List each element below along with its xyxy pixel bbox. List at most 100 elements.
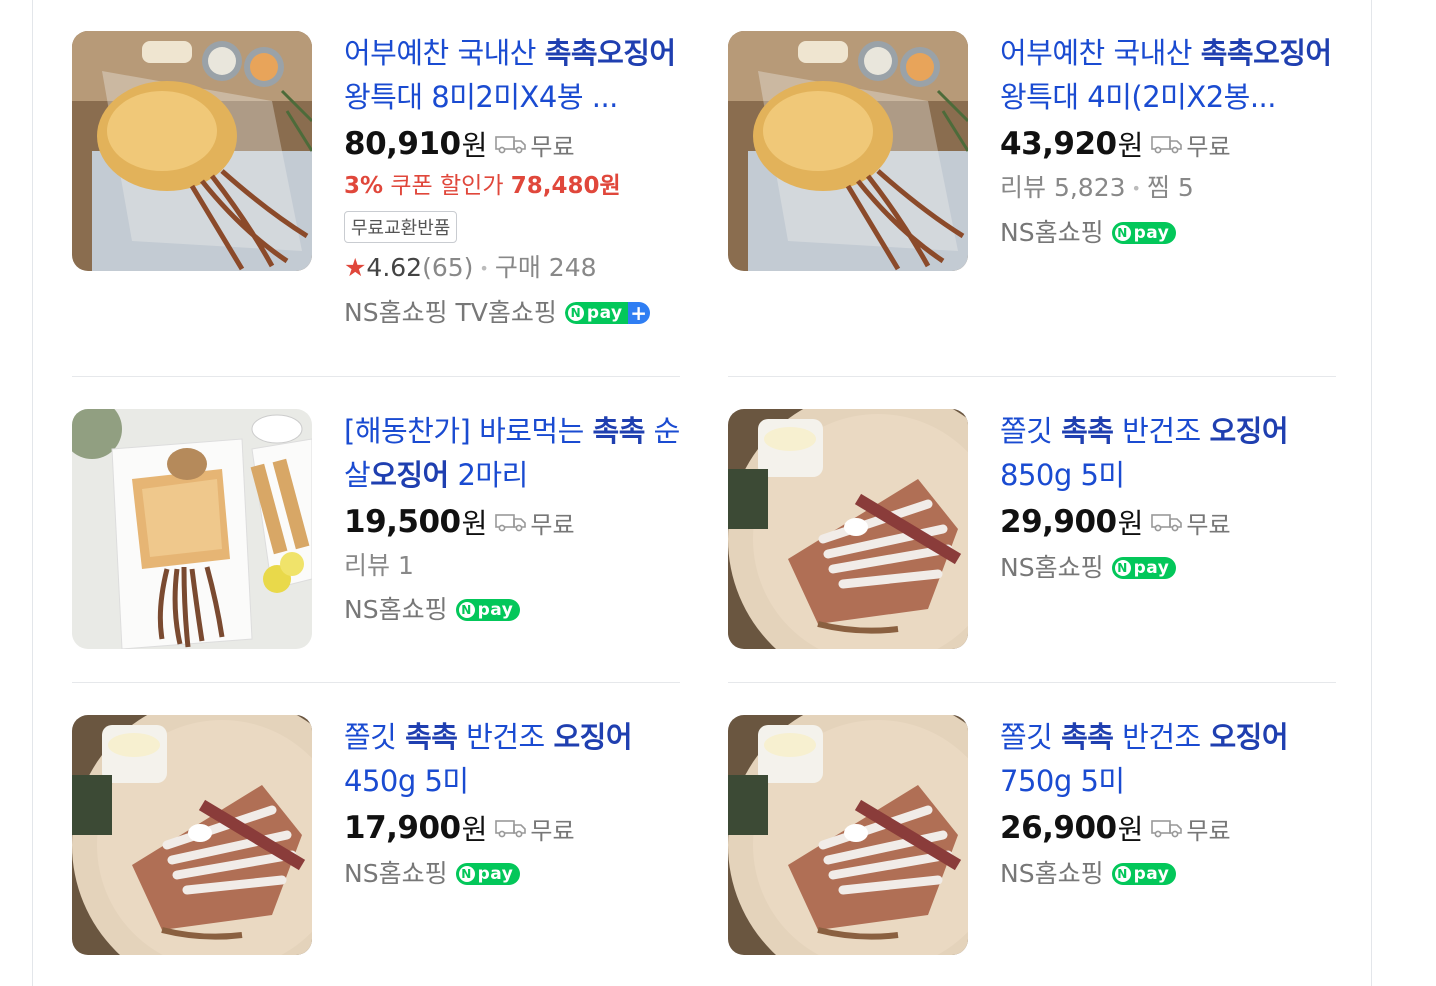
title-text: 쫄깃 (1000, 414, 1062, 448)
currency-label: 원 (1117, 129, 1144, 162)
delivery-truck-icon (495, 514, 527, 532)
title-text: 쫄깃 (344, 720, 406, 754)
title-keyword-highlight: 오징어 (1209, 414, 1288, 448)
product-thumbnail[interactable] (728, 31, 968, 271)
shipping-info: 무료 (495, 505, 575, 540)
naver-n-icon: N (1114, 225, 1131, 241)
review-count[interactable]: 리뷰 1 (344, 551, 414, 580)
shipping-label: 무료 (530, 816, 575, 845)
dried-squid-image (728, 31, 968, 271)
seller-row: NS홈쇼핑 Npay (1000, 851, 1336, 897)
title-text: 왕특대 4미(2미X2봉... (1000, 80, 1277, 114)
currency-label: 원 (461, 813, 488, 846)
product-title[interactable]: [해동찬가] 바로먹는 촉촉 순살오징어 2마리 (344, 409, 680, 497)
title-keyword-highlight: 오징어 (370, 458, 449, 492)
rating-count[interactable]: (65) (422, 253, 473, 282)
currency-label: 원 (1117, 507, 1144, 540)
title-keyword-highlight: 오징어 (553, 720, 632, 754)
shipping-info: 무료 (495, 127, 575, 162)
product-thumbnail[interactable] (728, 715, 968, 955)
price-row: 29,900 원 무료 (1000, 499, 1336, 545)
seller-row: NS홈쇼핑 Npay (344, 587, 680, 633)
product-title[interactable]: 어부예찬 국내산 촉촉오징어 왕특대 8미2미X4봉 ... (344, 31, 680, 119)
product-thumbnail[interactable] (72, 409, 312, 649)
seller-name[interactable]: NS홈쇼핑 (1000, 545, 1104, 591)
shipping-label: 무료 (1186, 510, 1231, 539)
delivery-truck-icon (495, 820, 527, 838)
shipping-label: 무료 (530, 510, 575, 539)
free-return-tag: 무료교환반품 (344, 211, 458, 243)
naver-n-icon: N (1114, 560, 1131, 576)
dried-squid-image (72, 31, 312, 271)
separator-dot: • (1131, 179, 1141, 198)
currency-label: 원 (1117, 813, 1144, 846)
product-price: 19,500 (344, 504, 461, 540)
npay-badge: Npay (1111, 222, 1177, 244)
title-keyword-highlight: 촉촉 (405, 720, 458, 754)
price-row: 17,900 원 무료 (344, 805, 680, 851)
npay-badge: Npay (1111, 557, 1177, 579)
npay-label: pay (1133, 864, 1170, 884)
review-count[interactable]: 리뷰 5,823 (1000, 173, 1126, 202)
purchase-count: 구매 248 (494, 253, 597, 282)
product-title[interactable]: 어부예찬 국내산 촉촉오징어 왕특대 4미(2미X2봉... (1000, 31, 1336, 119)
shipping-info: 무료 (495, 811, 575, 846)
product-thumbnail[interactable] (72, 31, 312, 271)
currency-label: 원 (461, 129, 488, 162)
divider (728, 682, 1336, 683)
seller-row: NS홈쇼핑 TV홈쇼핑 Npay + (344, 290, 680, 336)
seller-row: NS홈쇼핑 Npay (1000, 210, 1336, 256)
price-row: 43,920 원 무료 (1000, 121, 1336, 167)
semi-dried-squid-image (72, 715, 312, 955)
divider (728, 376, 1336, 377)
title-text: 반건조 (457, 720, 554, 754)
divider (72, 682, 680, 683)
seller-name[interactable]: NS홈쇼핑 TV홈쇼핑 (344, 290, 557, 336)
semi-dried-squid-image (728, 715, 968, 955)
product-price: 43,920 (1000, 126, 1117, 162)
price-row: 80,910 원 무료 (344, 121, 680, 167)
seller-name[interactable]: NS홈쇼핑 (344, 851, 448, 897)
npay-label: pay (477, 864, 514, 884)
title-keyword-highlight: 촉촉오징어 (544, 36, 676, 70)
title-text: 750g 5미 (1000, 764, 1125, 798)
shipping-info: 무료 (1151, 505, 1231, 540)
npay-label: pay (586, 303, 623, 323)
star-icon: ★ (344, 253, 367, 282)
naver-n-icon: N (458, 602, 475, 618)
product-title[interactable]: 쫄깃 촉촉 반건조 오징어 850g 5미 (1000, 409, 1336, 497)
delivery-truck-icon (1151, 514, 1183, 532)
product-price: 29,900 (1000, 504, 1117, 540)
plus-icon: + (627, 302, 650, 324)
seller-name[interactable]: NS홈쇼핑 (1000, 851, 1104, 897)
price-row: 19,500 원 무료 (344, 499, 680, 545)
title-keyword-highlight: 오징어 (1209, 720, 1288, 754)
product-list-panel: 어부예찬 국내산 촉촉오징어 왕특대 8미2미X4봉 ... 80,910 원 무… (32, 0, 1372, 986)
title-text: 어부예찬 국내산 (1000, 36, 1201, 70)
npay-badge: Npay (1111, 863, 1177, 885)
title-keyword-highlight: 촉촉 (1061, 414, 1114, 448)
title-text: 반건조 (1113, 414, 1210, 448)
delivery-truck-icon (1151, 820, 1183, 838)
rating-value: 4.62 (366, 253, 423, 282)
product-price: 80,910 (344, 126, 461, 162)
coupon-percent: 3% (344, 173, 384, 199)
review-row: 리뷰 1 (344, 545, 680, 587)
naver-n-icon: N (567, 305, 584, 321)
delivery-truck-icon (495, 136, 527, 154)
product-title[interactable]: 쫄깃 촉촉 반건조 오징어 450g 5미 (344, 715, 680, 803)
squid-on-plate-image (72, 409, 312, 649)
title-keyword-highlight: 촉촉오징어 (1200, 36, 1332, 70)
product-thumbnail[interactable] (728, 409, 968, 649)
coupon-discount: 3% 쿠폰 할인가 78,480원 (344, 167, 680, 205)
product-thumbnail[interactable] (72, 715, 312, 955)
title-text: 450g 5미 (344, 764, 469, 798)
divider (72, 376, 680, 377)
product-title[interactable]: 쫄깃 촉촉 반건조 오징어 750g 5미 (1000, 715, 1336, 803)
npay-label: pay (1133, 223, 1170, 243)
npay-badge: Npay (455, 599, 521, 621)
product-price: 26,900 (1000, 810, 1117, 846)
seller-name[interactable]: NS홈쇼핑 (344, 587, 448, 633)
title-text: 어부예찬 국내산 (344, 36, 545, 70)
seller-name[interactable]: NS홈쇼핑 (1000, 210, 1104, 256)
